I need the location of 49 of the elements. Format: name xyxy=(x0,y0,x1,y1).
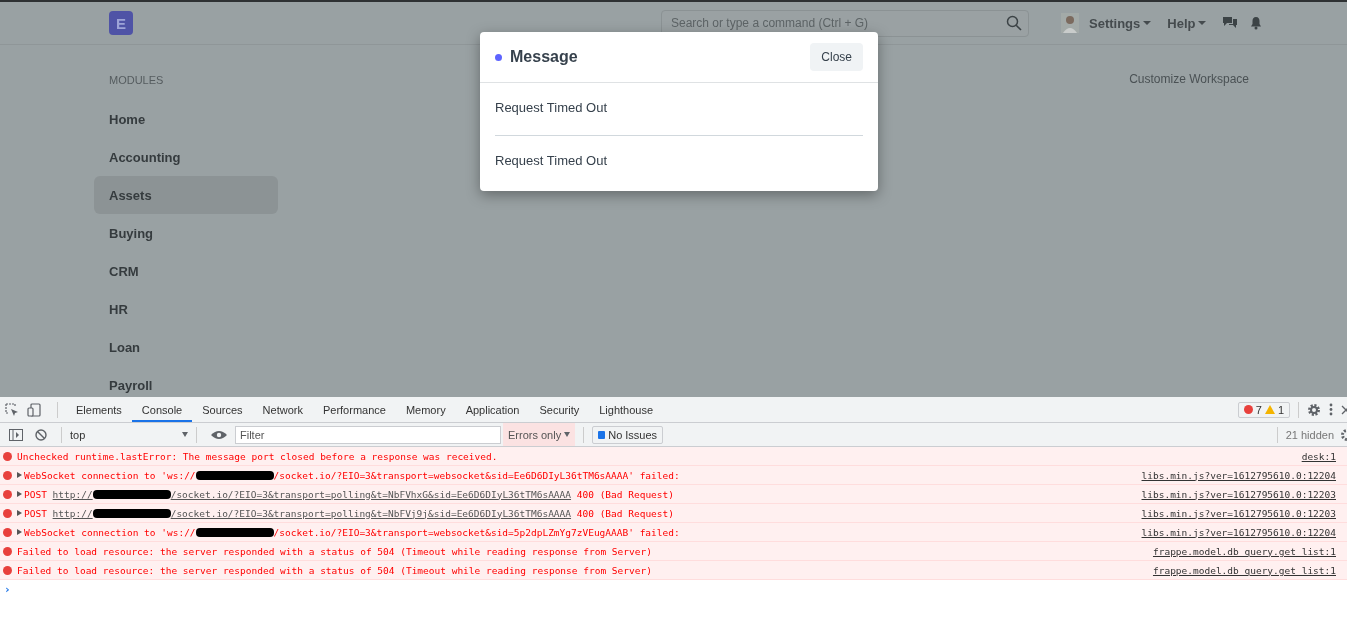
url-link[interactable]: /socket.io/?EIO=3&transport=polling&t=NbFVhxG&sid=Ee6D6DIyL36tTM6sAAAA xyxy=(170,488,572,500)
issue-counter[interactable]: 7 1 xyxy=(1237,401,1290,418)
url-link[interactable]: http:// xyxy=(52,488,93,500)
sidebar-item[interactable]: HR xyxy=(94,290,278,328)
devtools-tab[interactable]: Lighthouse xyxy=(589,397,664,422)
sidebar-item[interactable]: Accounting xyxy=(94,138,278,176)
error-text: Failed to load resource: the server responded with a status of 504 (Timeout while reading response from Server) xyxy=(17,564,652,576)
error-text: 400 (Bad Request) xyxy=(575,507,674,519)
error-text: POST xyxy=(24,507,48,519)
dialog-title: Message xyxy=(510,48,578,66)
error-text: WebSocket connection to 'ws:// xyxy=(24,469,196,481)
source-link[interactable]: libs.min.js?ver=1612795610.0:12204 xyxy=(1141,469,1336,481)
close-button[interactable]: Close xyxy=(810,43,863,71)
devtools-tab[interactable]: Security xyxy=(529,397,590,422)
error-text: Unchecked runtime.lastError: The message port closed before a response was received. xyxy=(17,450,498,462)
error-text: POST xyxy=(24,488,48,500)
sidebar-item[interactable]: Home xyxy=(94,100,278,138)
context-select[interactable]: top xyxy=(70,428,188,441)
warning-count: 1 xyxy=(1277,403,1284,416)
devtools-tab[interactable]: Memory xyxy=(395,397,456,422)
devtools-tab[interactable]: Application xyxy=(455,397,530,422)
source-link[interactable]: libs.min.js?ver=1612795610.0:12203 xyxy=(1141,488,1336,500)
url-link[interactable]: /socket.io/?EIO=3&transport=polling&t=NbFVj9j&sid=Ee6D6DIyL36tTM6sAAAA xyxy=(170,507,572,519)
source-link[interactable]: desk:1 xyxy=(1301,450,1336,462)
source-link[interactable]: frappe.model.db_query.get_list:1 xyxy=(1152,564,1336,576)
source-link[interactable]: frappe.model.db_query.get_list:1 xyxy=(1152,545,1336,557)
sidebar-item[interactable]: CRM xyxy=(94,252,278,290)
error-text: Failed to load resource: the server responded with a status of 504 (Timeout while reading response from Server) xyxy=(17,545,652,557)
error-text: WebSocket connection to 'ws:// xyxy=(24,526,196,538)
log-levels-dropdown[interactable]: Errors only xyxy=(503,423,576,446)
dialog-message: Request Timed Out xyxy=(495,99,608,117)
issues-button[interactable]: No Issues xyxy=(592,425,664,444)
error-text: /socket.io/?EIO=3&transport=websocket&sid=5p2dpLZmYg7zVEugAAAB' failed: xyxy=(273,526,680,538)
search-field[interactable]: Search or type a command (Ctrl + G) xyxy=(661,9,1029,37)
source-link[interactable]: libs.min.js?ver=1612795610.0:12203 xyxy=(1141,507,1336,519)
filter-field[interactable]: Filter xyxy=(235,425,501,444)
error-text: /socket.io/?EIO=3&transport=websocket&sid=Ee6D6DIyL36tTM6sAAAA' failed: xyxy=(273,469,680,481)
console-prompt[interactable]: › xyxy=(0,580,15,599)
url-link[interactable]: http:// xyxy=(52,507,93,519)
source-link[interactable]: libs.min.js?ver=1612795610.0:12204 xyxy=(1141,526,1336,538)
sidebar-heading: MODULES xyxy=(108,74,165,88)
sidebar-item[interactable]: Buying xyxy=(94,214,278,252)
sidebar-item[interactable]: Assets xyxy=(94,176,278,214)
devtools-tab[interactable]: Performance xyxy=(312,397,396,422)
error-text: 400 (Bad Request) xyxy=(575,488,674,500)
hidden-count: 21 hidden xyxy=(1285,428,1334,441)
sidebar-item[interactable]: Loan xyxy=(94,328,278,366)
dialog-message: Request Timed Out xyxy=(495,152,608,170)
error-count: 7 xyxy=(1255,403,1262,416)
